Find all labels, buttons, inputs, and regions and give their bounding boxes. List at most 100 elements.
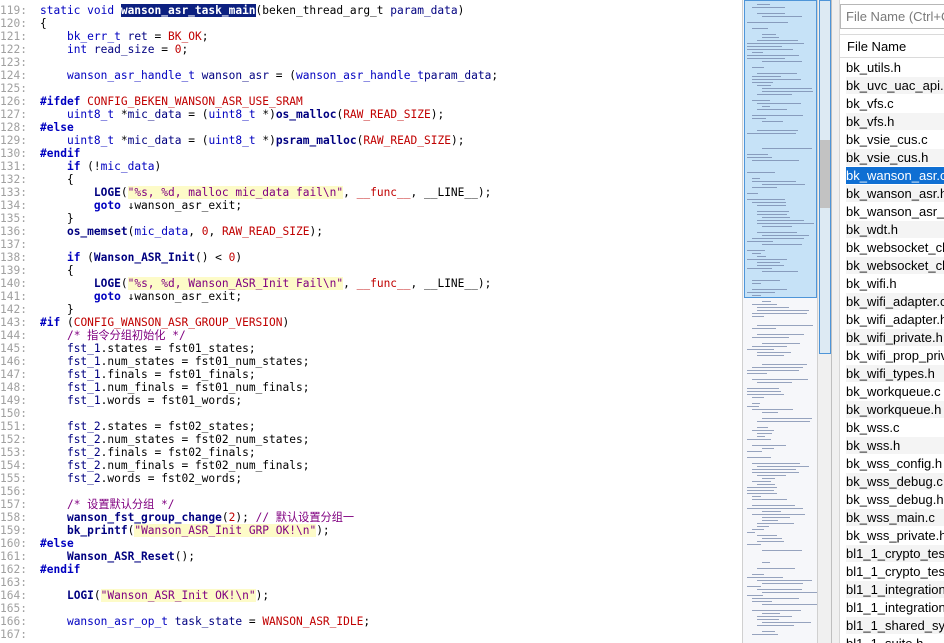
code-line[interactable]: 141: goto ↓wanson_asr_exit;	[0, 290, 742, 303]
code-line[interactable]: 136: os_memset(mic_data, 0, RAW_READ_SIZ…	[0, 225, 742, 238]
vertical-scrollbar[interactable]	[817, 0, 831, 643]
code-line[interactable]: 122: int read_size = 0;	[0, 43, 742, 56]
file-list-item[interactable]: bk_wss_main.c	[846, 509, 944, 527]
code-line[interactable]: 135: }	[0, 212, 742, 225]
code-editor[interactable]: 119: static void wanson_asr_task_main(bek…	[0, 0, 742, 643]
code-line[interactable]: 142: }	[0, 303, 742, 316]
code-line[interactable]: 125:	[0, 82, 742, 95]
code-line[interactable]: 133: LOGE("%s, %d, malloc mic_data fail\…	[0, 186, 742, 199]
file-list-item[interactable]: bk_wss.c	[846, 419, 944, 437]
code-line[interactable]: 140: LOGE("%s, %d, Wanson_ASR_Init Fail\…	[0, 277, 742, 290]
code-line[interactable]: 162: #endif	[0, 563, 742, 576]
code-line[interactable]: 148: fst_1.num_finals = fst01_num_finals…	[0, 381, 742, 394]
minimap-code-line	[747, 388, 779, 389]
code-line[interactable]: 121: bk_err_t ret = BK_OK;	[0, 30, 742, 43]
file-list-item[interactable]: bk_wss_debug.h	[846, 491, 944, 509]
file-list-item[interactable]: bk_utils.h	[846, 59, 944, 77]
file-list-item[interactable]: bk_vfs.h	[846, 113, 944, 131]
code-line[interactable]: 163:	[0, 576, 742, 589]
file-list-item[interactable]: bl1_1_integration.h	[846, 599, 944, 617]
file-list-item[interactable]: bk_wifi_types.h	[846, 365, 944, 383]
code-token: os_memset	[66, 225, 128, 238]
file-list-item[interactable]: bl1_1_integration.c	[846, 581, 944, 599]
file-list-item[interactable]: bk_wifi_private.h	[846, 329, 944, 347]
file-list-item[interactable]: bk_workqueue.c	[846, 383, 944, 401]
code-minimap[interactable]	[742, 0, 817, 643]
file-list-item[interactable]: bk_wss_private.h	[846, 527, 944, 545]
code-line[interactable]: 132: {	[0, 173, 742, 186]
code-line[interactable]: 166: wanson_asr_op_t task_state = WANSON…	[0, 615, 742, 628]
minimap-code-line	[762, 106, 770, 107]
code-line[interactable]: 127: uint8_t *mic_data = (uint8_t *)os_m…	[0, 108, 742, 121]
file-name-column-header[interactable]: File Name	[840, 34, 944, 58]
file-list-item[interactable]: bk_websocket_client.h	[846, 257, 944, 275]
minimap-code-line	[752, 118, 766, 119]
code-line[interactable]: 144: /* 指令分组初始化 */	[0, 329, 742, 342]
file-list-item[interactable]: bk_wifi_prop_private.h	[846, 347, 944, 365]
code-line[interactable]: 164: LOGI("Wanson_ASR_Init OK!\n");	[0, 589, 742, 602]
code-line[interactable]: 137:	[0, 238, 742, 251]
minimap-code-line	[747, 241, 773, 242]
file-list-item[interactable]: bl1_1_crypto_test.c	[846, 545, 944, 563]
code-line[interactable]: 167:	[0, 628, 742, 641]
file-list-item[interactable]: bl1_1_suite.h	[846, 635, 944, 643]
code-token: #else	[40, 121, 74, 134]
file-list-item[interactable]: bl1_1_shared_symbols.h	[846, 617, 944, 635]
file-list-item[interactable]: bk_wdt.h	[846, 221, 944, 239]
code-line[interactable]: 129: uint8_t *mic_data = (uint8_t *)psra…	[0, 134, 742, 147]
code-line[interactable]: 119: static void wanson_asr_task_main(bek…	[0, 4, 742, 17]
code-line[interactable]: 165:	[0, 602, 742, 615]
code-line[interactable]: 139: {	[0, 264, 742, 277]
file-list-item[interactable]: bk_wanson_asr.h	[846, 185, 944, 203]
file-list-item[interactable]: bl1_1_crypto_test.h	[846, 563, 944, 581]
code-line[interactable]: 143: #if (CONFIG_WANSON_ASR_GROUP_VERSION…	[0, 316, 742, 329]
code-line[interactable]: 151: fst_2.states = fst02_states;	[0, 420, 742, 433]
code-line[interactable]: 147: fst_1.finals = fst01_finals;	[0, 368, 742, 381]
file-list-item[interactable]: bk_wifi_adapter.h	[846, 311, 944, 329]
file-list-item[interactable]: bk_websocket_client.c	[846, 239, 944, 257]
code-line[interactable]: 131: if (!mic_data)	[0, 160, 742, 173]
code-line[interactable]: 149: fst_1.words = fst01_words;	[0, 394, 742, 407]
file-list-item[interactable]: bk_wifi.h	[846, 275, 944, 293]
code-line[interactable]: 124: wanson_asr_handle_t wanson_asr = (w…	[0, 69, 742, 82]
code-line[interactable]: 126: #ifdef CONFIG_BEKEN_WANSON_ASR_USE_S…	[0, 95, 742, 108]
minimap-code-line	[762, 550, 802, 551]
code-line[interactable]: 157: /* 设置默认分组 */	[0, 498, 742, 511]
file-name-filter-input[interactable]	[840, 4, 944, 29]
minimap-code-line	[752, 496, 761, 497]
code-line[interactable]: 158: wanson_fst_group_change(2); // 默认设置…	[0, 511, 742, 524]
code-line[interactable]: 153: fst_2.finals = fst02_finals;	[0, 446, 742, 459]
panel-splitter[interactable]	[832, 0, 840, 643]
file-list-item[interactable]: bk_wifi_adapter.c	[846, 293, 944, 311]
code-line[interactable]: 145: fst_1.states = fst01_states;	[0, 342, 742, 355]
line-number: 154:	[0, 459, 27, 472]
code-line[interactable]: 156:	[0, 485, 742, 498]
code-line[interactable]: 134: goto ↓wanson_asr_exit;	[0, 199, 742, 212]
file-list-item[interactable]: bk_uvc_uac_api.h	[846, 77, 944, 95]
file-list-item[interactable]: bk_wss_config.h	[846, 455, 944, 473]
code-line[interactable]: 152: fst_2.num_states = fst02_num_states…	[0, 433, 742, 446]
file-list-item[interactable]: bk_wss.h	[846, 437, 944, 455]
file-list-item[interactable]: bk_vsie_cus.h	[846, 149, 944, 167]
file-list-item[interactable]: bk_wss_debug.c	[846, 473, 944, 491]
file-list-item[interactable]: bk_wanson_asr_test.c	[846, 203, 944, 221]
code-line[interactable]: 150:	[0, 407, 742, 420]
code-line[interactable]: 120: {	[0, 17, 742, 30]
file-list-item[interactable]: bk_vsie_cus.c	[846, 131, 944, 149]
file-list-item[interactable]: bk_workqueue.h	[846, 401, 944, 419]
code-line[interactable]: 123:	[0, 56, 742, 69]
line-number: 132:	[0, 173, 27, 186]
code-line[interactable]: 128: #else	[0, 121, 742, 134]
code-line[interactable]: 160: #else	[0, 537, 742, 550]
code-line[interactable]: 154: fst_2.num_finals = fst02_num_finals…	[0, 459, 742, 472]
code-line[interactable]: 155: fst_2.words = fst02_words;	[0, 472, 742, 485]
file-list-item[interactable]: bk_vfs.c	[846, 95, 944, 113]
code-line[interactable]: 138: if (Wanson_ASR_Init() < 0)	[0, 251, 742, 264]
code-line[interactable]: 159: bk_printf("Wanson_ASR_Init GRP OK!\…	[0, 524, 742, 537]
scrollbar-thumb[interactable]	[820, 140, 830, 208]
code-line[interactable]: 146: fst_1.num_states = fst01_num_states…	[0, 355, 742, 368]
file-list-item[interactable]: bk_wanson_asr.c	[846, 167, 944, 185]
code-line[interactable]: 161: Wanson_ASR_Reset();	[0, 550, 742, 563]
code-line[interactable]: 130: #endif	[0, 147, 742, 160]
